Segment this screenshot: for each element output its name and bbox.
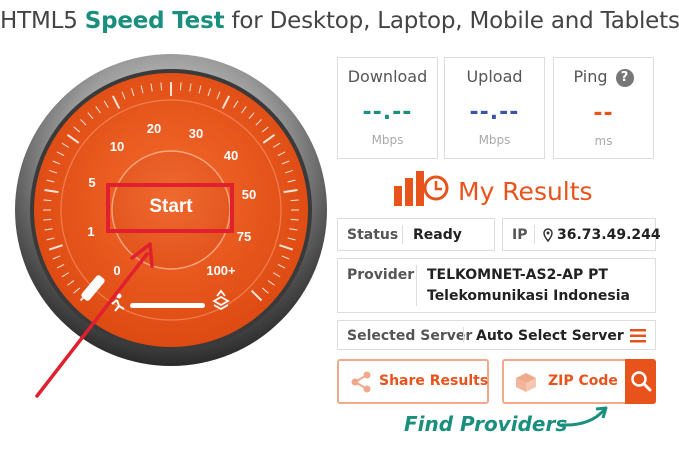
ip-row: IP 36.73.49.244 [502, 218, 661, 251]
location-pin-icon [543, 228, 553, 242]
title-prefix: HTML5 [0, 8, 85, 34]
ip-value: 36.73.49.244 [557, 227, 661, 243]
find-providers-label: Find Providers [404, 412, 568, 436]
find-providers-link[interactable]: Find Providers [404, 412, 567, 436]
provider-line-1: TELKOMNET-AS2-AP PT [427, 267, 608, 283]
scale-label-40: 40 [224, 148, 238, 163]
my-results-label: My Results [458, 177, 593, 206]
menu-icon[interactable] [630, 329, 646, 343]
upload-value: --.-- [469, 100, 520, 125]
upload-label: Upload [466, 67, 523, 86]
ping-box: Ping? -- ms [553, 57, 654, 159]
search-icon [631, 371, 652, 392]
server-label: Selected Server [347, 328, 473, 344]
zip-code-label: ZIP Code [548, 373, 618, 389]
scale-label-10: 10 [110, 139, 124, 154]
upload-unit: Mbps [478, 133, 511, 147]
share-results-label: Share Results [379, 373, 489, 389]
gauge-tick [290, 199, 299, 202]
provider-label: Provider [347, 267, 415, 283]
gauge-tick [160, 82, 163, 91]
status-row: Status Ready [337, 218, 495, 251]
download-label: Download [347, 67, 428, 86]
download-value: --.-- [362, 100, 413, 125]
divider [416, 265, 417, 306]
ping-label: Ping [573, 67, 608, 86]
title-suffix: for Desktop, Laptop, Mobile and Tablets [224, 8, 679, 34]
provider-row: Provider TELKOMNET-AS2-AP PT Telekomunik… [337, 258, 656, 313]
gauge-tick [43, 199, 52, 202]
scale-label-0: 0 [113, 263, 120, 278]
scale-label-75: 75 [237, 229, 251, 244]
page-title: HTML5 Speed Test for Desktop, Laptop, Mo… [0, 8, 679, 34]
chart-clock-icon [394, 171, 449, 206]
package-icon [516, 373, 536, 392]
ping-unit: ms [594, 134, 613, 148]
start-button[interactable]: Start [112, 151, 230, 269]
title-highlight: Speed Test [84, 8, 225, 34]
scale-label-50: 50 [242, 187, 256, 202]
divider [402, 225, 403, 244]
gauge-tick [43, 218, 52, 221]
share-icon [351, 371, 371, 393]
divider [463, 327, 464, 343]
gauge-tick [290, 218, 299, 221]
status-value: Ready [413, 227, 462, 243]
download-box: Download --.-- Mbps [337, 57, 438, 159]
server-row[interactable]: Selected Server Auto Select Server [337, 320, 656, 350]
help-icon[interactable]: ? [615, 69, 634, 87]
download-unit: Mbps [371, 133, 404, 147]
zip-code-field[interactable]: ZIP Code [502, 359, 628, 404]
start-label: Start [149, 196, 193, 217]
my-results-heading[interactable]: My Results [392, 168, 612, 212]
speed-gauge: 0 1 5 10 20 30 40 50 75 100+ Start [13, 52, 329, 368]
scale-label-100: 100+ [206, 263, 236, 278]
share-results-button[interactable]: Share Results [337, 359, 489, 404]
scale-label-30: 30 [189, 126, 203, 141]
ip-label: IP [512, 227, 528, 243]
upload-box: Upload --.-- Mbps [444, 57, 545, 159]
scale-label-5: 5 [88, 175, 95, 190]
server-value: Auto Select Server [476, 328, 624, 344]
scale-label-1: 1 [87, 224, 94, 239]
status-label: Status [347, 227, 399, 243]
ping-value: -- [593, 101, 614, 126]
divider [534, 225, 535, 244]
search-button[interactable] [625, 359, 656, 404]
scale-label-20: 20 [147, 121, 161, 136]
ping-header: Ping? [554, 67, 653, 87]
gauge-tick [179, 82, 182, 91]
provider-line-2: Telekomunikasi Indonesia [427, 288, 630, 304]
